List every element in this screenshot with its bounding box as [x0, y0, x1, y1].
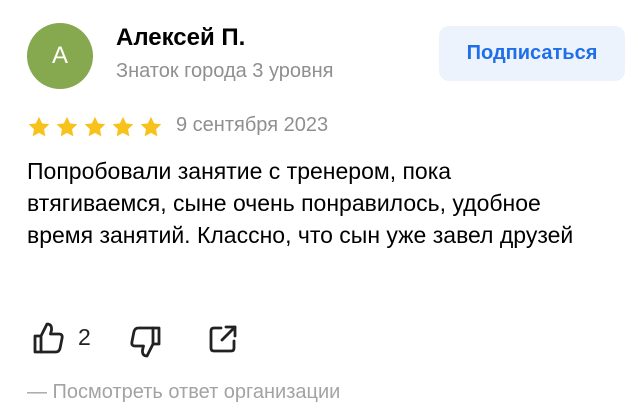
thumbs-down-icon[interactable] [127, 324, 163, 360]
author-name[interactable]: Алексей П. [116, 24, 245, 52]
subscribe-button[interactable]: Подписаться [439, 26, 625, 81]
avatar[interactable]: А [27, 23, 93, 89]
author-level: Знаток города 3 уровня [116, 60, 334, 82]
star-icon [28, 116, 50, 137]
star-icon [84, 116, 106, 137]
star-icon [140, 116, 162, 137]
avatar-initial: А [51, 42, 68, 69]
view-organization-reply-link[interactable]: — Посмотреть ответ организации [27, 381, 340, 404]
star-rating [27, 115, 163, 139]
thumbs-up-icon[interactable] [31, 320, 67, 356]
star-icon [112, 116, 134, 137]
review-text: Попробовали занятие с тренером, пока втя… [27, 158, 574, 248]
like-count: 2 [78, 324, 91, 350]
share-icon[interactable] [206, 322, 240, 356]
star-icon [56, 116, 78, 137]
review-date: 9 сентября 2023 [176, 114, 329, 136]
